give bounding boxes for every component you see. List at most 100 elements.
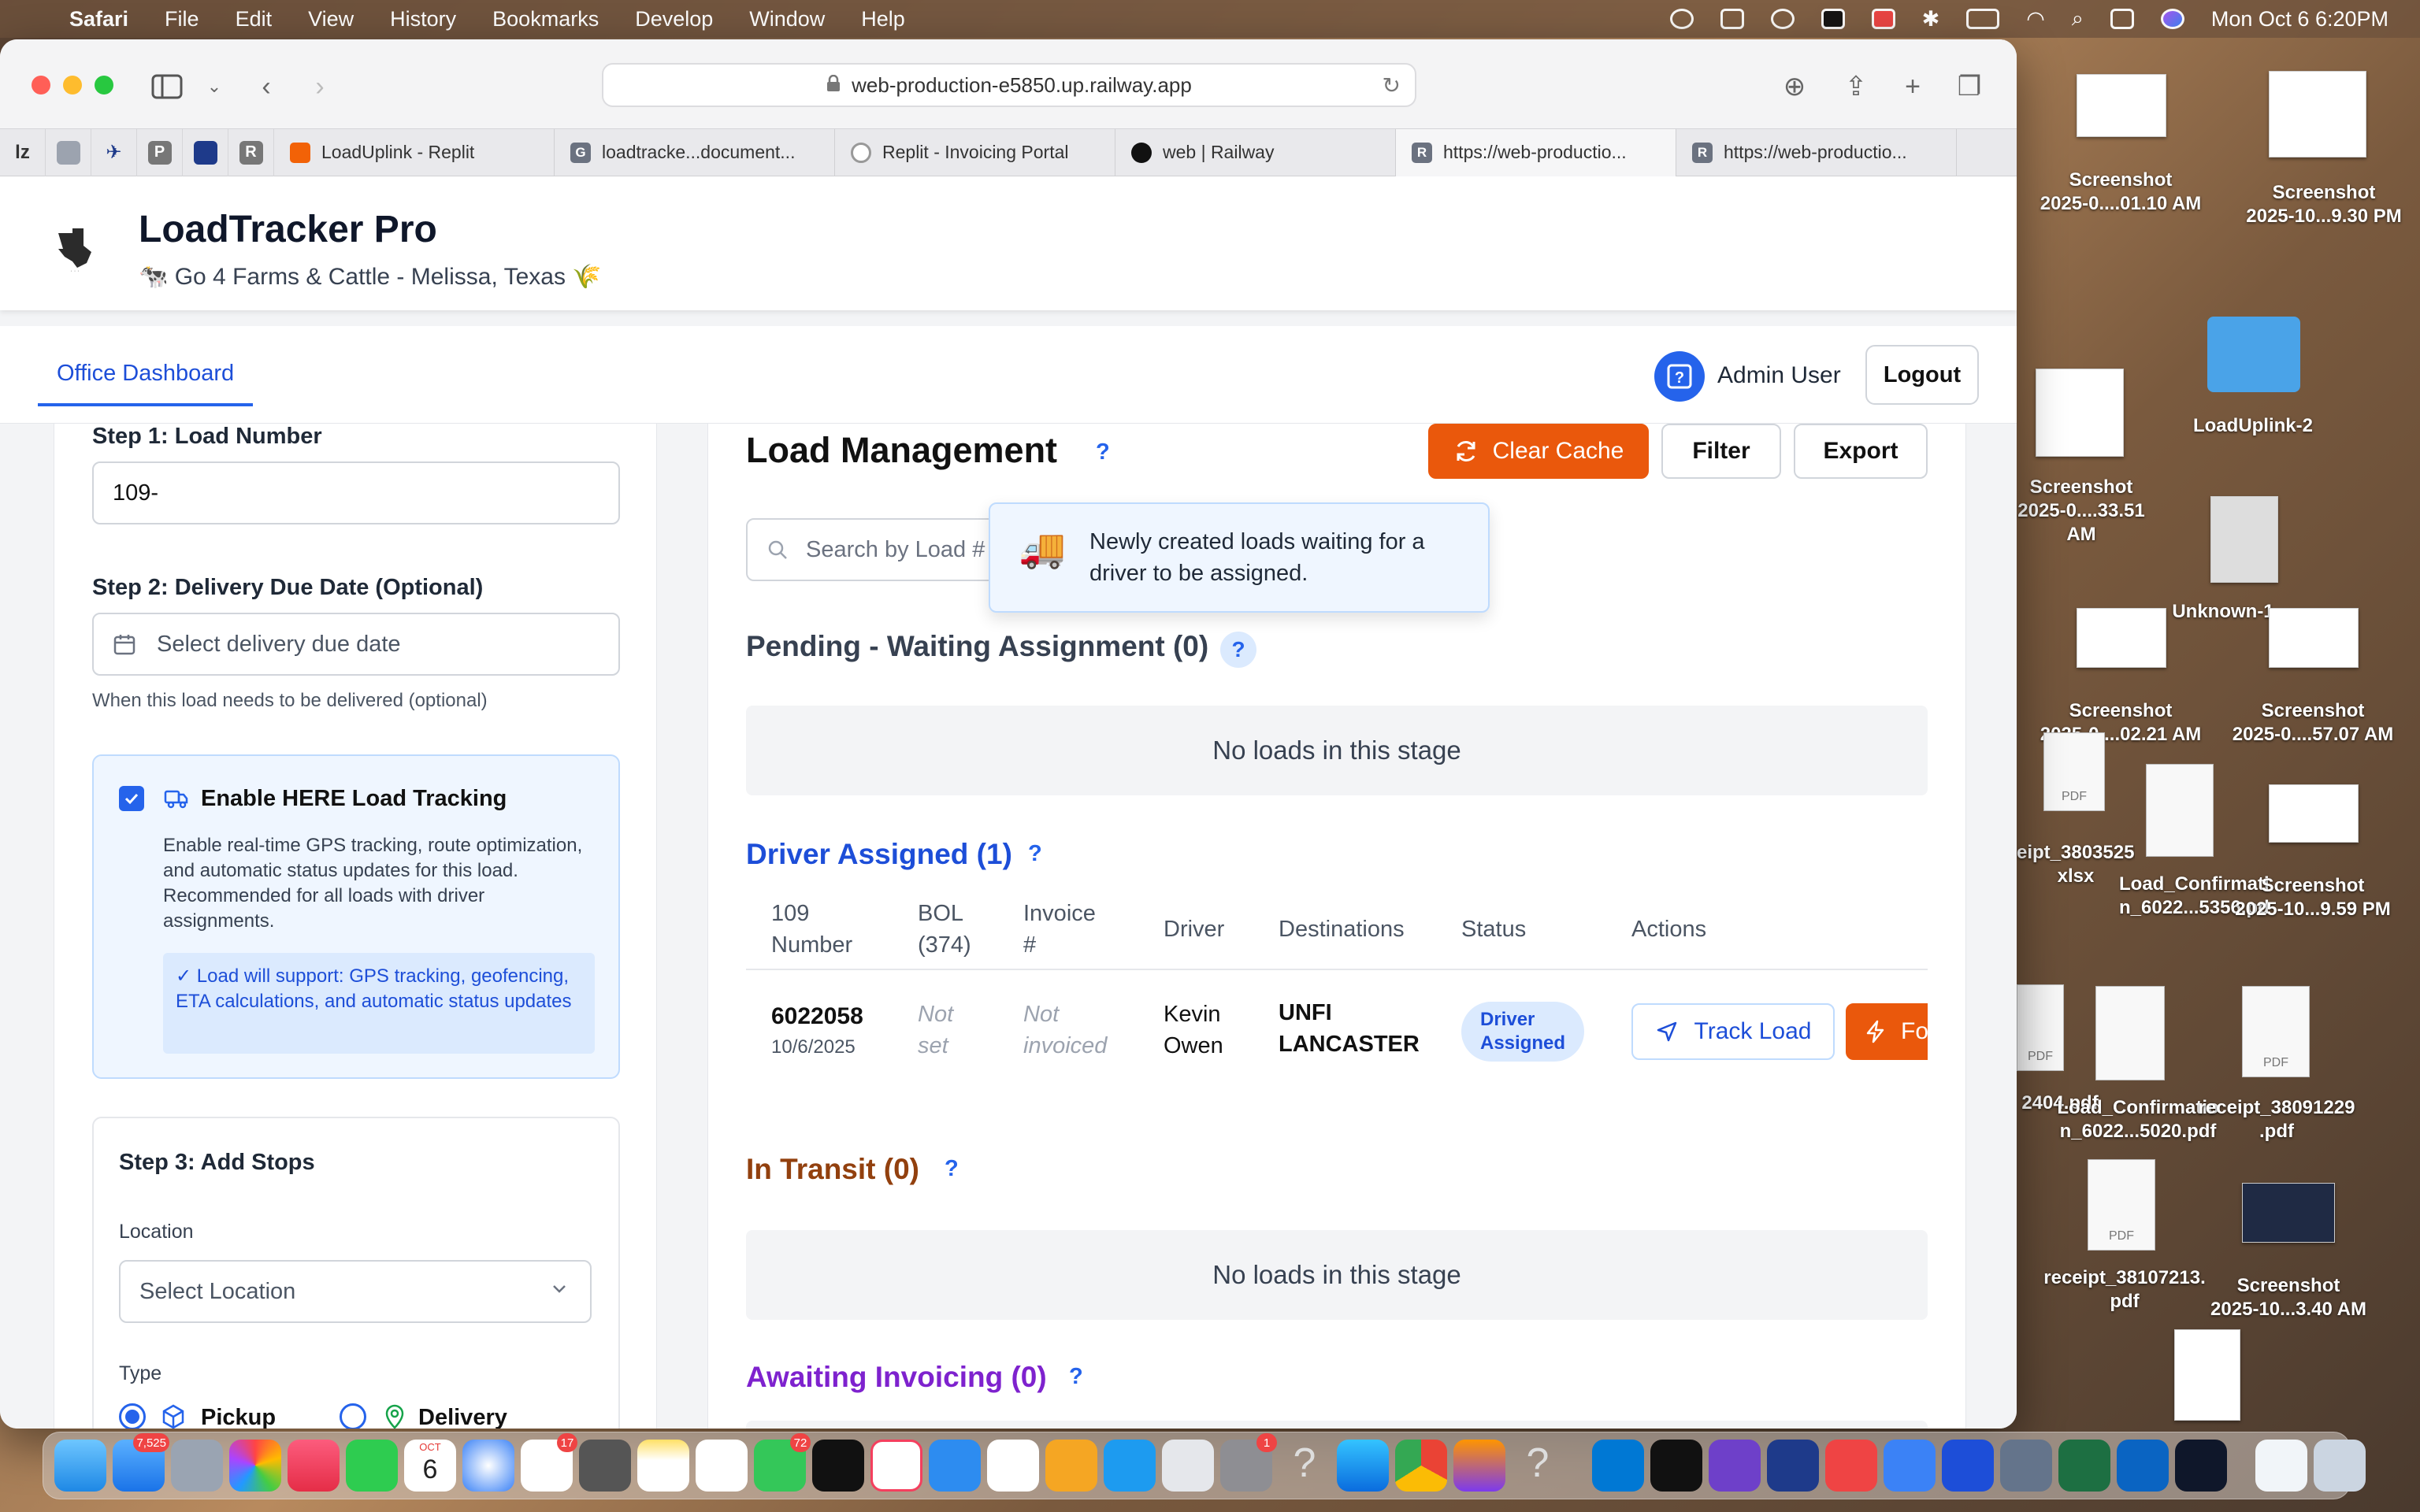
menu-history[interactable]: History: [390, 7, 456, 32]
menu-file[interactable]: File: [165, 7, 199, 32]
app-icon[interactable]: [1767, 1440, 1819, 1492]
numbers-icon[interactable]: [987, 1440, 1039, 1492]
music-icon[interactable]: [288, 1440, 340, 1492]
address-bar[interactable]: web-production-e5850.up.railway.app ↻: [602, 63, 1416, 107]
sidebar-toggle-icon[interactable]: [150, 71, 184, 102]
clear-cache-button[interactable]: Clear Cache: [1428, 424, 1649, 479]
desktop-file-thumbnail[interactable]: [2077, 608, 2166, 668]
unknown-app-icon[interactable]: ?: [1512, 1440, 1564, 1492]
calendar-icon[interactable]: OCT 6: [404, 1440, 456, 1492]
menu-help[interactable]: Help: [861, 7, 905, 32]
pdf-file-icon[interactable]: PDF: [2043, 732, 2105, 811]
browser-tab[interactable]: web | Railway: [1115, 128, 1396, 176]
photos-icon[interactable]: [229, 1440, 281, 1492]
invoicing-help-icon[interactable]: ?: [1069, 1364, 1083, 1390]
desktop-file-thumbnail[interactable]: [2269, 71, 2366, 158]
bluetooth-icon[interactable]: ✱: [1922, 7, 1940, 32]
freeform-icon[interactable]: [696, 1440, 748, 1492]
help-icon[interactable]: ?: [1096, 439, 1110, 465]
new-tab-icon[interactable]: +: [1895, 71, 1930, 102]
firefox-icon[interactable]: [1453, 1440, 1505, 1492]
browser-tab[interactable]: Rhttps://web-productio...: [1676, 128, 1957, 176]
status-monitor-icon[interactable]: [1720, 9, 1744, 29]
notes-icon[interactable]: [637, 1440, 689, 1492]
back-icon[interactable]: ‹: [249, 71, 284, 102]
excel-icon[interactable]: [2058, 1440, 2110, 1492]
screen-app-icon[interactable]: [2000, 1440, 2052, 1492]
assigned-help-icon[interactable]: ?: [1028, 841, 1042, 867]
trash-icon[interactable]: [2314, 1440, 2366, 1492]
desktop-file-label[interactable]: Screenshot 2025-10...9.59 PM: [2218, 874, 2407, 921]
app-icon[interactable]: [2175, 1440, 2227, 1492]
pdf-file-icon[interactable]: [2146, 764, 2214, 857]
pinned-tab[interactable]: P: [137, 128, 183, 176]
menu-view[interactable]: View: [308, 7, 354, 32]
browser-tab[interactable]: Gloadtracke...document...: [555, 128, 835, 176]
reminders-icon[interactable]: 17: [521, 1433, 577, 1492]
pdf-file-icon[interactable]: PDF: [2017, 984, 2064, 1071]
cloud-icon[interactable]: [1770, 9, 1795, 29]
load-number-input[interactable]: 109-: [92, 461, 620, 524]
preview-icon[interactable]: [1162, 1440, 1214, 1492]
printer-icon[interactable]: [1942, 1440, 1994, 1492]
calculator-icon[interactable]: [579, 1440, 631, 1492]
github-desktop-icon[interactable]: [1709, 1440, 1761, 1492]
pinned-tab[interactable]: [183, 128, 228, 176]
spotlight-search-icon[interactable]: ⌕: [2072, 6, 2084, 32]
force-action-button[interactable]: Fo: [1846, 1003, 1928, 1060]
downloads-stack-icon[interactable]: [2255, 1440, 2307, 1492]
pending-help-icon[interactable]: ?: [1220, 632, 1256, 668]
safari-icon[interactable]: [462, 1440, 514, 1492]
pinned-tab[interactable]: lz: [0, 128, 46, 176]
control-center-icon[interactable]: [2110, 9, 2134, 29]
minimize-window-button[interactable]: [63, 76, 82, 94]
track-load-button[interactable]: Track Load: [1631, 1003, 1835, 1060]
wifi-icon[interactable]: ◠: [2026, 7, 2045, 32]
logout-button[interactable]: Logout: [1865, 345, 1979, 405]
pinned-tab[interactable]: R: [228, 128, 274, 176]
downloads-icon[interactable]: ⊕: [1777, 71, 1812, 102]
pickup-radio[interactable]: [119, 1403, 146, 1429]
chatgpt-icon[interactable]: [1650, 1440, 1702, 1492]
filter-button[interactable]: Filter: [1661, 424, 1781, 479]
messages-icon[interactable]: 72: [754, 1433, 811, 1492]
globe-app-icon[interactable]: [1884, 1440, 1936, 1492]
pdf-file-icon[interactable]: PDF: [2088, 1159, 2155, 1251]
siri-icon[interactable]: [2160, 9, 2184, 29]
facetime-icon[interactable]: [346, 1440, 398, 1492]
menu-develop[interactable]: Develop: [635, 7, 713, 32]
desktop-file-thumbnail[interactable]: [2077, 74, 2166, 137]
delivery-due-date-input[interactable]: Select delivery due date: [92, 613, 620, 676]
menu-bookmarks[interactable]: Bookmarks: [492, 7, 599, 32]
status-gear-icon[interactable]: [1669, 9, 1694, 29]
share-icon[interactable]: ⇪: [1839, 71, 1873, 102]
desktop-file-label[interactable]: Screenshot 2025-0....01.10 AM: [2026, 169, 2215, 216]
close-window-button[interactable]: [32, 76, 50, 94]
reload-icon[interactable]: ↻: [1383, 72, 1401, 98]
pinned-tab[interactable]: [46, 128, 91, 176]
menu-app-name[interactable]: Safari: [69, 7, 128, 32]
delivery-radio[interactable]: [340, 1403, 366, 1429]
forward-icon[interactable]: ›: [302, 71, 337, 102]
chatgpt-icon[interactable]: [1821, 9, 1845, 29]
desktop-file-thumbnail[interactable]: [2174, 1329, 2240, 1421]
unknown-app-icon[interactable]: ?: [1279, 1440, 1331, 1492]
browser-tab[interactable]: LoadUplink - Replit: [274, 128, 555, 176]
folder-icon[interactable]: [2207, 317, 2300, 392]
chevron-down-icon[interactable]: ⌄: [197, 71, 232, 102]
apple-tv-icon[interactable]: [812, 1440, 864, 1492]
export-button[interactable]: Export: [1794, 424, 1928, 479]
pinned-tab[interactable]: ✈: [91, 128, 137, 176]
keynote-icon[interactable]: [929, 1440, 981, 1492]
desktop-file-label[interactable]: Screenshot 2025-10...3.40 AM: [2190, 1274, 2387, 1321]
browser-tab[interactable]: Replit - Invoicing Portal: [835, 128, 1115, 176]
desktop-file-label[interactable]: Screenshot 2025-10...9.30 PM: [2237, 181, 2411, 228]
menubar-clock[interactable]: Mon Oct 6 6:20PM: [2211, 7, 2388, 32]
cloud-app-icon[interactable]: [1825, 1440, 1877, 1492]
desktop-file-label[interactable]: Unknown-1: [2168, 600, 2278, 624]
desktop-file-thumbnail[interactable]: [2269, 784, 2359, 843]
launchpad-icon[interactable]: [171, 1440, 223, 1492]
app-store-icon[interactable]: [1104, 1440, 1156, 1492]
pdf-file-icon[interactable]: PDF: [2242, 986, 2310, 1077]
pdf-file-icon[interactable]: [2095, 986, 2165, 1080]
